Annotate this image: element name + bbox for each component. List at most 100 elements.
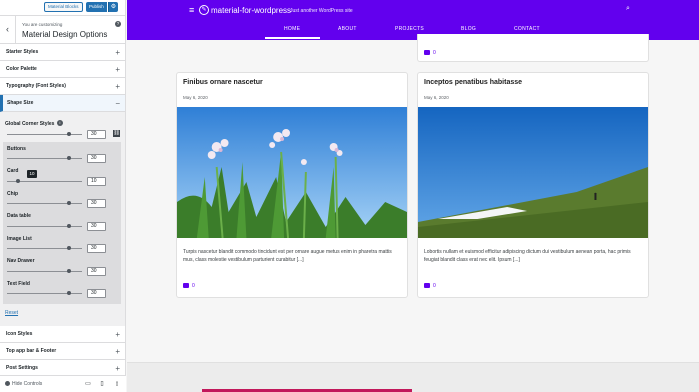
customizer-topbar: Material Blocks Publish ⚙ [0, 0, 125, 16]
nav-item-projects[interactable]: PROJECTS [395, 26, 424, 32]
link-icon[interactable]: ⛓ [113, 130, 120, 137]
reset-link[interactable]: Reset [5, 310, 18, 316]
section-label: Shape Size [7, 100, 34, 106]
slider-thumb[interactable] [16, 179, 21, 183]
slider-thumb[interactable] [66, 291, 71, 295]
section-label: Starter Styles [6, 49, 39, 55]
tablet-preview-icon[interactable]: ▯ [98, 380, 106, 388]
mobile-preview-icon[interactable]: ▯ [113, 380, 121, 388]
post-date: May 6, 2020 [424, 95, 449, 100]
comment-count[interactable]: 0 [424, 50, 436, 56]
comment-icon [183, 283, 189, 288]
nav-drawer-corner-slider[interactable] [7, 269, 82, 273]
image-list-corner-slider[interactable] [7, 246, 82, 250]
post-date: May 6, 2020 [183, 95, 208, 100]
nav-item-about[interactable]: ABOUT [338, 26, 357, 32]
publish-settings-gear-icon[interactable]: ⚙ [108, 2, 118, 12]
card-corner-slider[interactable] [7, 179, 82, 183]
post-title[interactable]: Inceptos penatibus habitasse [424, 79, 522, 86]
slider-thumb[interactable] [66, 201, 71, 205]
slider-thumb[interactable] [66, 246, 71, 250]
post-card-previous[interactable]: 0 [417, 34, 649, 62]
customizing-label: You are customizing [22, 22, 63, 27]
comment-icon [424, 283, 430, 288]
expand-plus-icon: + [115, 82, 120, 91]
slider-value-tooltip: 10 [27, 170, 37, 178]
text-field-label: Text Field [7, 281, 30, 287]
hide-controls-label: Hide Controls [12, 381, 43, 387]
expand-plus-icon: + [115, 65, 120, 74]
card-value-input[interactable]: 10 [87, 177, 106, 186]
material-blocks-button[interactable]: Material Blocks [44, 2, 83, 12]
customizer-footer: Hide Controls ▭ ▯ ▯ [0, 375, 126, 392]
buttons-label: Buttons [7, 146, 26, 152]
image-list-label: Image List [7, 236, 32, 242]
nav-drawer-label: Nav Drawer [7, 258, 35, 264]
back-arrow-icon[interactable]: ‹ [0, 16, 16, 44]
slider-thumb[interactable] [66, 132, 71, 136]
chip-value-input[interactable]: 30 [87, 199, 106, 208]
slider-thumb[interactable] [66, 269, 71, 273]
nav-drawer-value-input[interactable]: 30 [87, 267, 106, 276]
post-thumbnail-flowers[interactable] [177, 107, 407, 238]
site-footer-area [127, 362, 699, 392]
section-typography[interactable]: Typography (Font Styles) + [0, 78, 125, 95]
hide-controls-button[interactable]: Hide Controls [5, 381, 42, 387]
comment-icon [424, 50, 430, 55]
search-icon[interactable]: ⌕ [626, 5, 630, 13]
menu-icon[interactable]: ≡ [189, 6, 194, 15]
collapse-minus-icon: − [115, 99, 120, 108]
post-title[interactable]: Finibus ornare nascetur [183, 79, 263, 86]
component-corner-controls: Buttons 30 Card 10 10 Chip 30 Data table… [3, 142, 121, 304]
post-thumbnail-hillside[interactable] [418, 107, 648, 238]
expand-plus-icon: + [115, 347, 120, 356]
nav-item-home[interactable]: HOME [284, 26, 300, 32]
panel-title: Material Design Options [22, 30, 108, 39]
image-list-value-input[interactable]: 30 [87, 244, 106, 253]
customizer-sidebar: Material Blocks Publish ⚙ ‹ You are cust… [0, 0, 126, 392]
data-table-corner-slider[interactable] [7, 224, 82, 228]
info-icon[interactable]: i [57, 120, 63, 126]
section-starter-styles[interactable]: Starter Styles + [0, 44, 125, 61]
site-logo-icon: ✎ [199, 5, 209, 15]
section-label: Icon Styles [6, 331, 33, 337]
chip-corner-slider[interactable] [7, 201, 82, 205]
help-icon[interactable]: ? [115, 21, 121, 27]
section-label: Post Settings [6, 365, 38, 371]
post-card[interactable]: Inceptos penatibus habitasse May 6, 2020… [417, 72, 649, 298]
desktop-preview-icon[interactable]: ▭ [84, 380, 92, 388]
hide-controls-icon [5, 381, 10, 386]
slider-thumb[interactable] [66, 224, 71, 228]
card-label: Card [7, 168, 19, 174]
buttons-value-input[interactable]: 30 [87, 154, 106, 163]
section-top-app-bar-footer[interactable]: Top app bar & Footer + [0, 343, 125, 360]
shape-size-panel: Global Corner Styles i 30 ⛓ Buttons 30 C… [0, 112, 125, 326]
slider-thumb[interactable] [66, 156, 71, 160]
site-preview: ≡ ✎ material-for-wordpress Just another … [127, 0, 699, 392]
text-field-corner-slider[interactable] [7, 291, 82, 295]
global-corner-slider[interactable] [7, 132, 82, 136]
post-card[interactable]: Finibus ornare nascetur May 6, 2020 Turp… [176, 72, 408, 298]
panel-header: ‹ You are customizing Material Design Op… [0, 16, 125, 44]
expand-plus-icon: + [115, 48, 120, 57]
global-corner-value-input[interactable]: 30 [87, 130, 106, 139]
nav-item-contact[interactable]: CONTACT [514, 26, 540, 32]
global-corner-styles-label: Global Corner Styles [5, 121, 55, 127]
section-icon-styles[interactable]: Icon Styles + [0, 326, 125, 343]
section-shape-size[interactable]: Shape Size − [0, 95, 125, 112]
active-nav-indicator [265, 37, 320, 39]
data-table-value-input[interactable]: 30 [87, 222, 106, 231]
section-color-palette[interactable]: Color Palette + [0, 61, 125, 78]
text-field-value-input[interactable]: 30 [87, 289, 106, 298]
data-table-label: Data table [7, 213, 31, 219]
comment-count[interactable]: 0 [424, 283, 436, 289]
expand-plus-icon: + [115, 330, 120, 339]
publish-button[interactable]: Publish [86, 2, 107, 12]
buttons-corner-slider[interactable] [7, 156, 82, 160]
section-label: Color Palette [6, 66, 37, 72]
chip-label: Chip [7, 191, 19, 197]
site-title[interactable]: material-for-wordpress [211, 6, 291, 15]
comment-count[interactable]: 0 [183, 283, 195, 289]
nav-item-blog[interactable]: BLOG [461, 26, 476, 32]
site-tagline: Just another WordPress site [290, 8, 353, 14]
